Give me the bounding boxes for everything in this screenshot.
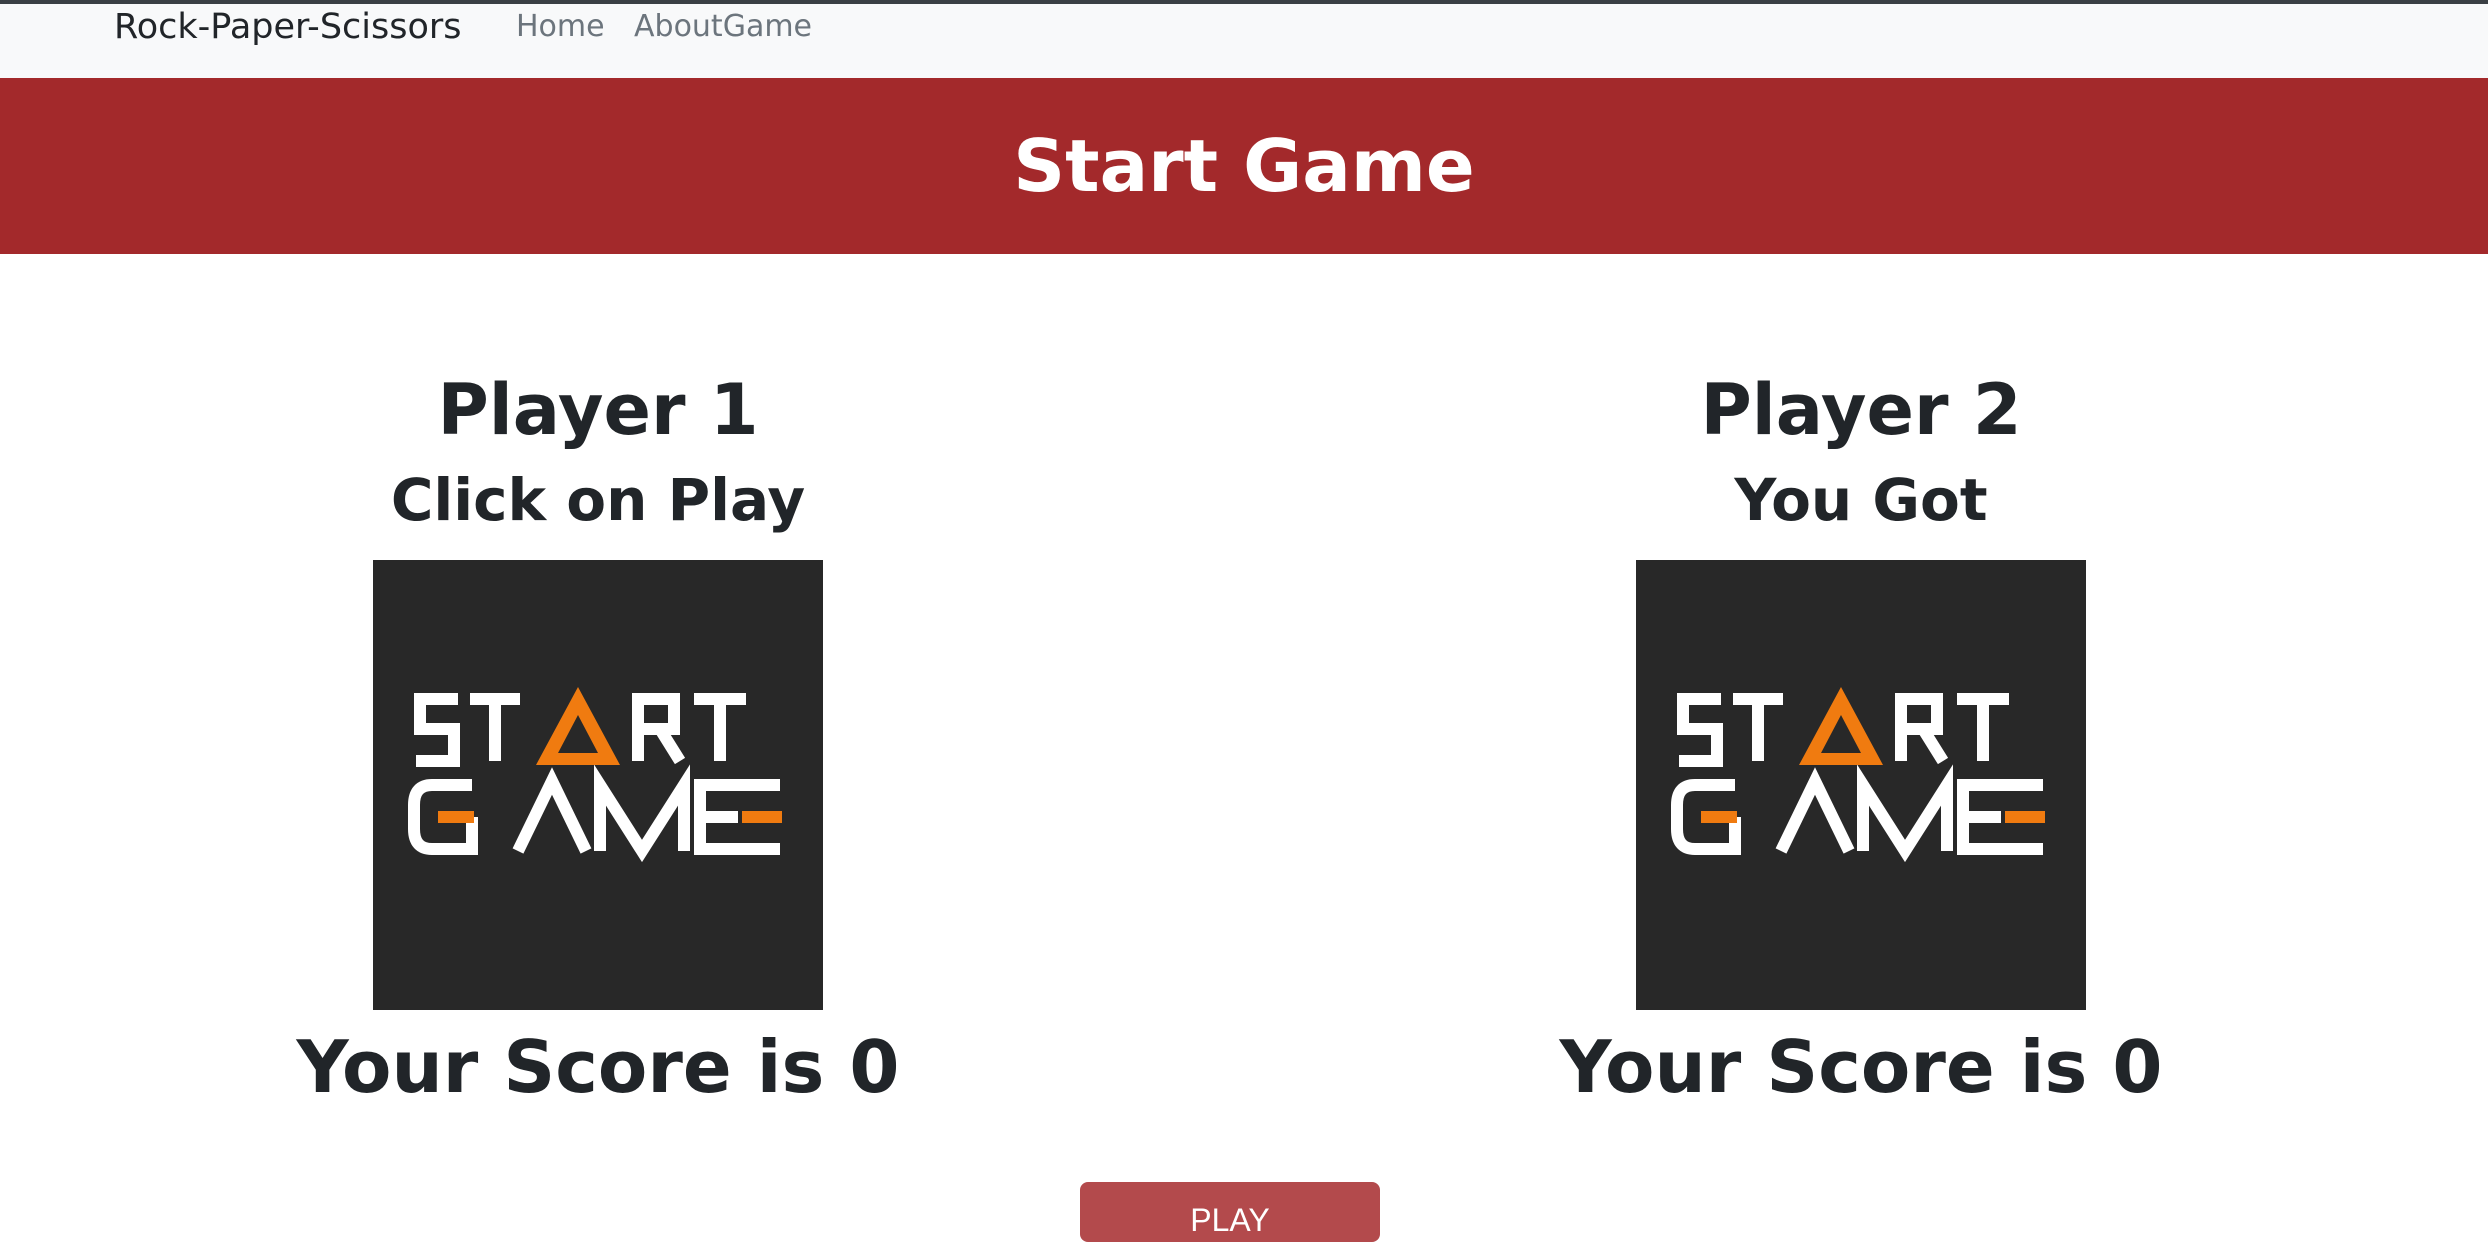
player-2-start-game-image: [1636, 560, 2086, 1010]
page-title: Start Game: [1013, 124, 1475, 208]
navbar: Rock-Paper-Scissors Home AboutGame: [0, 4, 2488, 78]
player-1-status: Click on Play: [390, 466, 806, 534]
player-2-panel: Player 2 You Got Your Score is 0: [1511, 360, 2211, 1122]
play-button[interactable]: PLAY: [1080, 1182, 1380, 1242]
player-2-score: Your Score is 0: [1559, 1025, 2163, 1109]
player-2-status: You Got: [1734, 466, 1988, 534]
nav-link-about-game[interactable]: AboutGame: [634, 4, 812, 50]
player-2-name: Player 2: [1700, 369, 2022, 451]
player-1-start-game-image: [373, 560, 823, 1010]
hero-banner: Start Game: [0, 78, 2488, 254]
player-1-score: Your Score is 0: [296, 1025, 900, 1109]
nav-link-home[interactable]: Home: [516, 4, 605, 50]
start-game-logo: [408, 687, 782, 863]
navbar-brand[interactable]: Rock-Paper-Scissors: [114, 4, 462, 50]
player-1-panel: Player 1 Click on Play Your Score is 0: [248, 360, 948, 1122]
start-game-logo: [1671, 687, 2045, 863]
player-1-name: Player 1: [437, 369, 759, 451]
